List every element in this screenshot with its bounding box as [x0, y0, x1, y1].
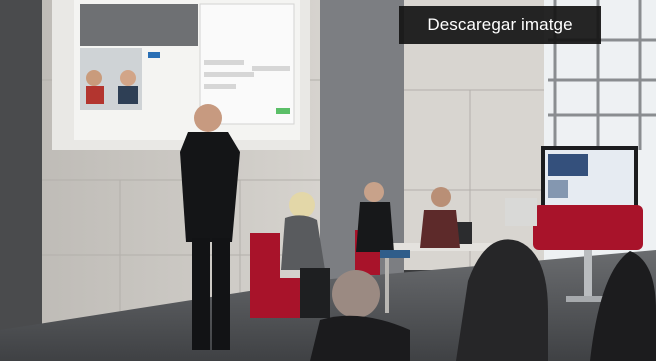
projected-person-right	[120, 70, 136, 86]
interpreter-head	[194, 104, 222, 132]
left-pillar	[0, 0, 42, 361]
audience-bald-head	[332, 270, 380, 318]
white-chair	[505, 198, 537, 226]
image-viewer: Descaregar imatge	[0, 0, 656, 361]
event-photo	[0, 0, 656, 361]
blonde-woman-head	[289, 192, 315, 218]
download-image-button[interactable]: Descaregar imatge	[399, 6, 601, 44]
dark-haired-woman-head	[364, 182, 384, 202]
projected-green-button	[276, 108, 290, 114]
projected-person-left	[86, 70, 102, 86]
red-sofa	[533, 205, 643, 250]
seated-man-head	[431, 187, 451, 207]
projected-header	[80, 4, 198, 46]
interpreter-body	[180, 132, 240, 242]
